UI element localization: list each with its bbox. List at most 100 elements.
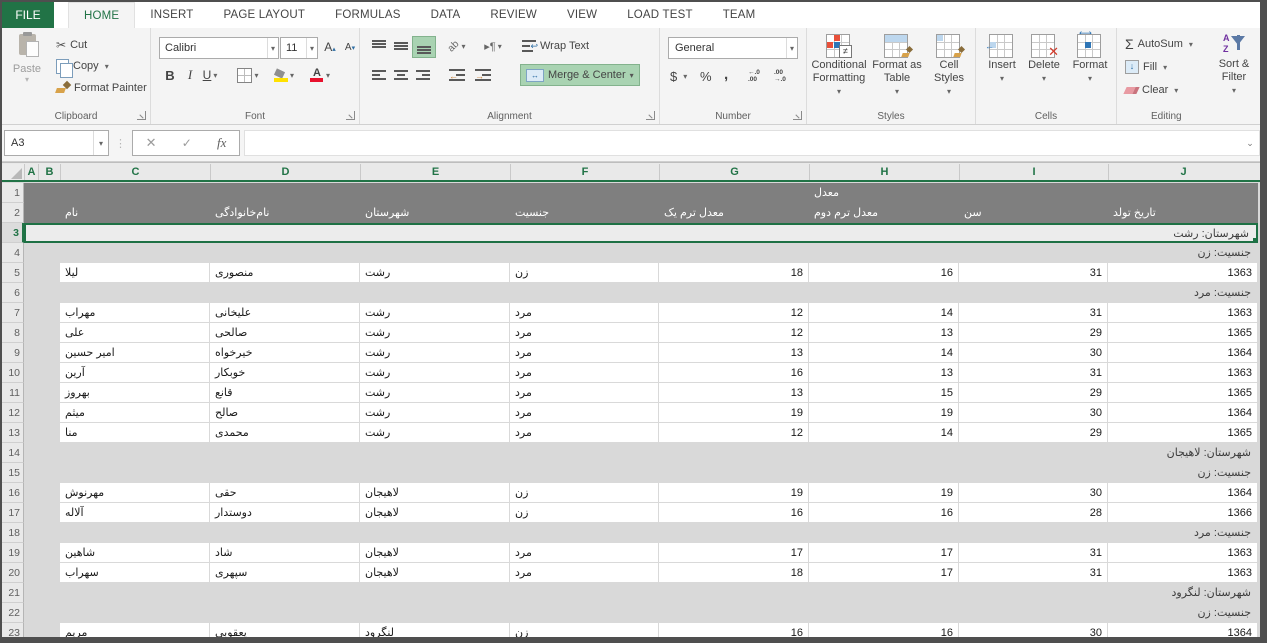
cell[interactable]: زن <box>510 483 658 502</box>
alignment-dialog-launcher-icon[interactable] <box>646 111 655 120</box>
row-header-16[interactable]: 16 <box>2 483 24 503</box>
format-cells-button[interactable]: ⟷ Format ▾ <box>1068 30 1112 85</box>
cell[interactable]: 31 <box>959 363 1107 382</box>
cell[interactable]: حقی <box>210 483 359 502</box>
italic-button[interactable]: I <box>179 65 201 85</box>
cell[interactable]: لیلا <box>60 263 209 282</box>
row-header-21[interactable]: 21 <box>2 583 24 603</box>
cell[interactable]: 18 <box>659 263 808 282</box>
currency-button[interactable]: $ <box>668 66 689 86</box>
cell[interactable]: قانع <box>210 383 359 402</box>
row-header-4[interactable]: 4 <box>2 243 24 263</box>
cell[interactable]: 19 <box>809 403 958 422</box>
increase-decimal-button[interactable]: ←.0.00 <box>746 66 762 86</box>
cell[interactable]: 16 <box>809 623 958 642</box>
cell[interactable]: 1365 <box>1108 323 1257 342</box>
row-header-14[interactable]: 14 <box>2 443 24 463</box>
font-family-select[interactable]: Calibri ▾ <box>159 37 279 59</box>
row-header-3[interactable]: 3 <box>2 223 24 243</box>
cell[interactable]: 1364 <box>1108 403 1257 422</box>
cell[interactable]: 1365 <box>1108 383 1257 402</box>
tab-page-layout[interactable]: PAGE LAYOUT <box>208 2 320 28</box>
cell[interactable]: 1363 <box>1108 543 1257 562</box>
cell[interactable]: شاد <box>210 543 359 562</box>
cell[interactable]: 13 <box>809 323 958 342</box>
cell[interactable]: 14 <box>809 343 958 362</box>
cell[interactable]: 28 <box>959 503 1107 522</box>
cell[interactable]: لاهیجان <box>360 543 509 562</box>
comma-button[interactable]: , <box>722 64 730 84</box>
cell[interactable]: زن <box>510 623 658 642</box>
merge-center-button[interactable]: ↔ Merge & Center ▾ <box>520 64 640 86</box>
cell[interactable]: سهراب <box>60 563 209 582</box>
tab-load-test[interactable]: LOAD TEST <box>612 2 708 28</box>
cell[interactable]: رشت <box>360 403 509 422</box>
column-header-G[interactable]: G <box>659 164 809 181</box>
cell[interactable]: زن <box>510 503 658 522</box>
clear-button[interactable]: Clear <box>1123 80 1180 100</box>
insert-cells-button[interactable]: ← Insert ▾ <box>982 30 1022 85</box>
cell[interactable]: شهرستان <box>360 203 509 222</box>
row-header-19[interactable]: 19 <box>2 543 24 563</box>
cell[interactable]: نام <box>60 203 209 222</box>
cell[interactable]: 29 <box>959 423 1107 442</box>
tab-review[interactable]: REVIEW <box>475 2 552 28</box>
column-header-D[interactable]: D <box>210 164 360 181</box>
tab-view[interactable]: VIEW <box>552 2 612 28</box>
cell[interactable]: دوستدار <box>210 503 359 522</box>
clipboard-dialog-launcher-icon[interactable] <box>137 111 146 120</box>
cell[interactable]: مرد <box>510 323 658 342</box>
cell[interactable]: لاهیجان <box>360 483 509 502</box>
cell[interactable]: 19 <box>659 403 808 422</box>
cell[interactable]: لاهیجان <box>360 563 509 582</box>
cell[interactable]: 18 <box>659 563 808 582</box>
cell[interactable]: آلاله <box>60 503 209 522</box>
align-right-button[interactable] <box>412 65 434 85</box>
cell[interactable]: مرد <box>510 363 658 382</box>
row-header-17[interactable]: 17 <box>2 503 24 523</box>
cell[interactable]: 31 <box>959 303 1107 322</box>
enter-icon[interactable]: ✓ <box>182 136 192 150</box>
row-header-18[interactable]: 18 <box>2 523 24 543</box>
column-header-A[interactable]: A <box>24 164 38 181</box>
column-header-H[interactable]: H <box>809 164 959 181</box>
group-band-label[interactable]: جنسیت: مرد <box>1189 523 1256 542</box>
cell[interactable]: امیر حسین <box>60 343 209 362</box>
cell[interactable]: علی <box>60 323 209 342</box>
cell[interactable]: 19 <box>659 483 808 502</box>
bold-button[interactable]: B <box>159 65 181 85</box>
bottom-align-button[interactable] <box>412 36 436 58</box>
cell[interactable]: معدل ترم دوم <box>809 203 958 222</box>
text-direction-button[interactable]: ▸¶ <box>482 36 504 56</box>
tab-team[interactable]: TEAM <box>708 2 771 28</box>
delete-cells-button[interactable]: ✕ Delete ▾ <box>1024 30 1064 85</box>
cell[interactable]: مرد <box>510 563 658 582</box>
formula-bar-expand-icon[interactable]: ⌄ <box>1241 130 1260 156</box>
cell[interactable]: 12 <box>659 303 808 322</box>
cell[interactable]: رشت <box>360 263 509 282</box>
middle-align-button[interactable] <box>390 36 412 56</box>
formula-input[interactable] <box>244 130 1241 156</box>
cell[interactable]: نام‌خانوادگی <box>210 203 359 222</box>
cell[interactable]: سپهری <box>210 563 359 582</box>
fill-button[interactable]: ↓ Fill <box>1123 57 1169 77</box>
cell[interactable]: شاهین <box>60 543 209 562</box>
cell[interactable]: 16 <box>809 503 958 522</box>
cell[interactable]: تاریخ تولد <box>1108 203 1257 222</box>
cell[interactable]: مرد <box>510 343 658 362</box>
cell[interactable]: 16 <box>659 503 808 522</box>
cell[interactable]: 1364 <box>1108 623 1257 642</box>
cell[interactable]: 16 <box>659 363 808 382</box>
wrap-text-button[interactable]: Wrap Text <box>520 36 591 56</box>
font-size-select[interactable]: 11 ▾ <box>280 37 318 59</box>
cell[interactable]: 13 <box>809 363 958 382</box>
cell[interactable]: 1363 <box>1108 563 1257 582</box>
cell[interactable]: 14 <box>809 303 958 322</box>
cell[interactable]: 13 <box>659 383 808 402</box>
cell[interactable]: صالح <box>210 403 359 422</box>
cell[interactable]: 1363 <box>1108 363 1257 382</box>
top-align-button[interactable] <box>368 36 390 56</box>
cell[interactable]: مرد <box>510 403 658 422</box>
autosum-button[interactable]: Σ AutoSum <box>1123 34 1195 54</box>
row-header-2[interactable]: 2 <box>2 203 24 223</box>
